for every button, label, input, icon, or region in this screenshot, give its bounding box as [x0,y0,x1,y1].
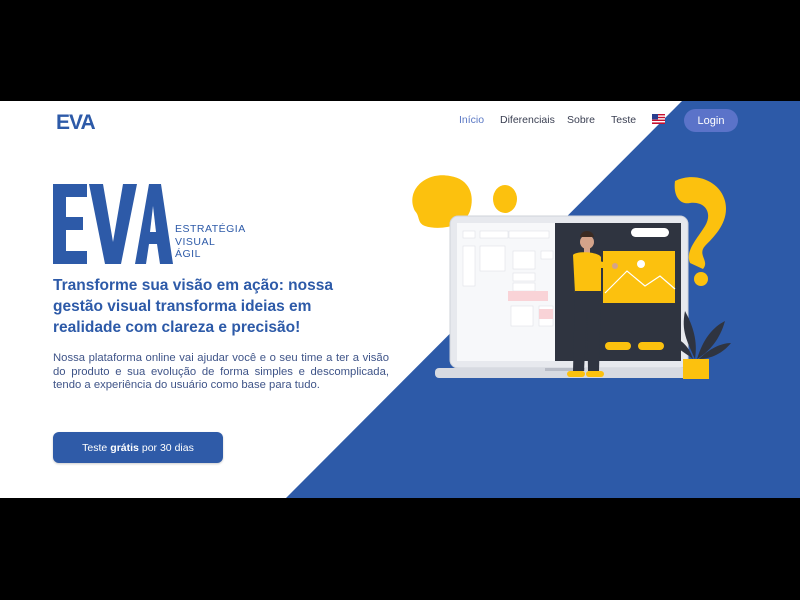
hero-description: Nossa plataforma online vai ajudar você … [53,352,389,391]
cta-prefix: Teste [82,441,108,454]
hero-headline: Transforme sua visão em ação: nossa gest… [53,277,333,336]
hero-illustration [412,175,731,379]
subtitle-line-1: ESTRATÉGIA [175,223,246,235]
nav-item-teste[interactable]: Teste [611,114,636,126]
subtitle-line-3: ÁGIL [175,248,201,260]
free-trial-button[interactable]: Teste grátis por 30 dias [53,432,223,463]
cta-bold: grátis [110,441,139,454]
nav-item-diferenciais[interactable]: Diferenciais [500,114,555,126]
eva-hero-logo [53,184,173,264]
header-logo[interactable]: EVA [56,111,96,135]
login-button[interactable]: Login [684,109,738,132]
subtitle-line-2: VISUAL [175,235,216,248]
landing-page: EVA Início Diferenciais Sobre Teste Logi… [0,101,800,498]
nav-item-sobre[interactable]: Sobre [567,114,595,126]
hero-subtitle: ESTRATÉGIA VISUAL ÁGIL [175,223,246,261]
nav-item-inicio[interactable]: Início [459,114,484,126]
us-flag-icon[interactable] [652,114,665,124]
cta-suffix: por 30 dias [141,441,194,454]
